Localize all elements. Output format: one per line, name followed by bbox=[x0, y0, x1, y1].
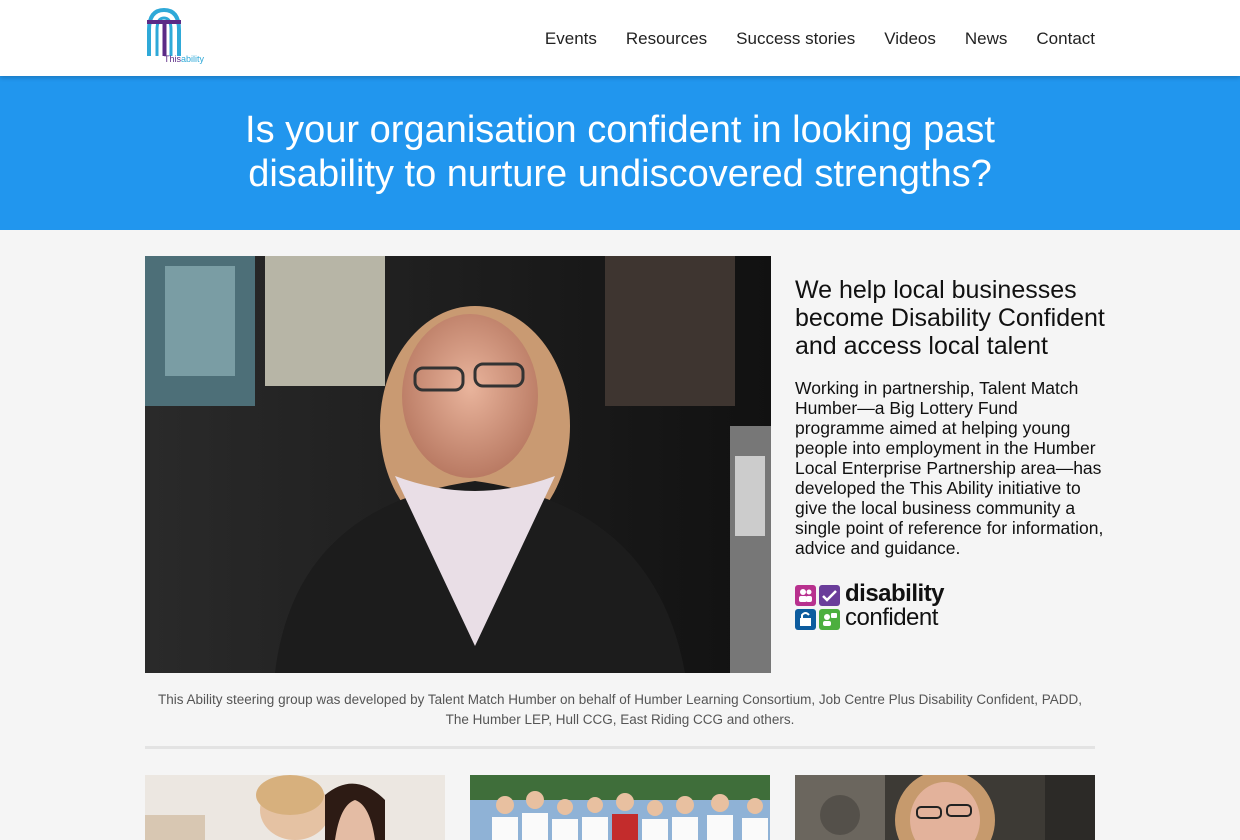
featured-photo bbox=[145, 256, 771, 673]
logo-wordmark: Thisability bbox=[164, 54, 204, 64]
hero-title-line-1: Is your organisation confident in lookin… bbox=[245, 109, 995, 151]
hero-title-line-2: disability to nurture undiscovered stren… bbox=[248, 153, 992, 195]
nav-news[interactable]: News bbox=[965, 28, 1008, 50]
nav-resources[interactable]: Resources bbox=[626, 28, 707, 50]
badge-word-confident: confident bbox=[845, 604, 938, 631]
nav-contact[interactable]: Contact bbox=[1036, 28, 1095, 50]
logo-arch-icon bbox=[147, 8, 181, 56]
steering-group-caption: This Ability steering group was develope… bbox=[158, 692, 1082, 727]
card-3-image bbox=[795, 775, 1095, 840]
card-photo-portrait[interactable] bbox=[795, 775, 1095, 840]
card-1-image bbox=[145, 775, 445, 840]
people-icon bbox=[795, 585, 816, 606]
intro-panel: We help local businesses become Disabili… bbox=[795, 276, 1105, 558]
card-photo-group[interactable] bbox=[470, 775, 770, 840]
site-header: Thisability Events Resources Success sto… bbox=[0, 0, 1240, 76]
card-photo-meeting[interactable] bbox=[145, 775, 445, 840]
section-divider bbox=[145, 746, 1095, 749]
tick-icon bbox=[819, 585, 840, 606]
badge-icon-grid bbox=[795, 585, 841, 631]
hero-title: Is your organisation confident in lookin… bbox=[0, 108, 1240, 196]
nav-videos[interactable]: Videos bbox=[884, 28, 936, 50]
this-ability-logo[interactable]: Thisability bbox=[144, 8, 206, 66]
person-speech-icon bbox=[819, 609, 840, 630]
hero-banner: Is your organisation confident in lookin… bbox=[0, 76, 1240, 230]
lock-icon bbox=[795, 609, 816, 630]
disability-confident-badge: disability confident bbox=[795, 581, 945, 631]
featured-photo-image bbox=[145, 256, 771, 673]
intro-body: Working in partnership, Talent Match Hum… bbox=[795, 378, 1104, 558]
main-nav: Events Resources Success stories Videos … bbox=[545, 28, 1095, 50]
nav-success-stories[interactable]: Success stories bbox=[736, 28, 855, 50]
logo-text-dark: This bbox=[164, 54, 182, 64]
intro-heading: We help local businesses become Disabili… bbox=[795, 276, 1105, 360]
card-2-image bbox=[470, 775, 770, 840]
logo-text-light: ability bbox=[181, 54, 205, 64]
nav-events[interactable]: Events bbox=[545, 28, 597, 50]
